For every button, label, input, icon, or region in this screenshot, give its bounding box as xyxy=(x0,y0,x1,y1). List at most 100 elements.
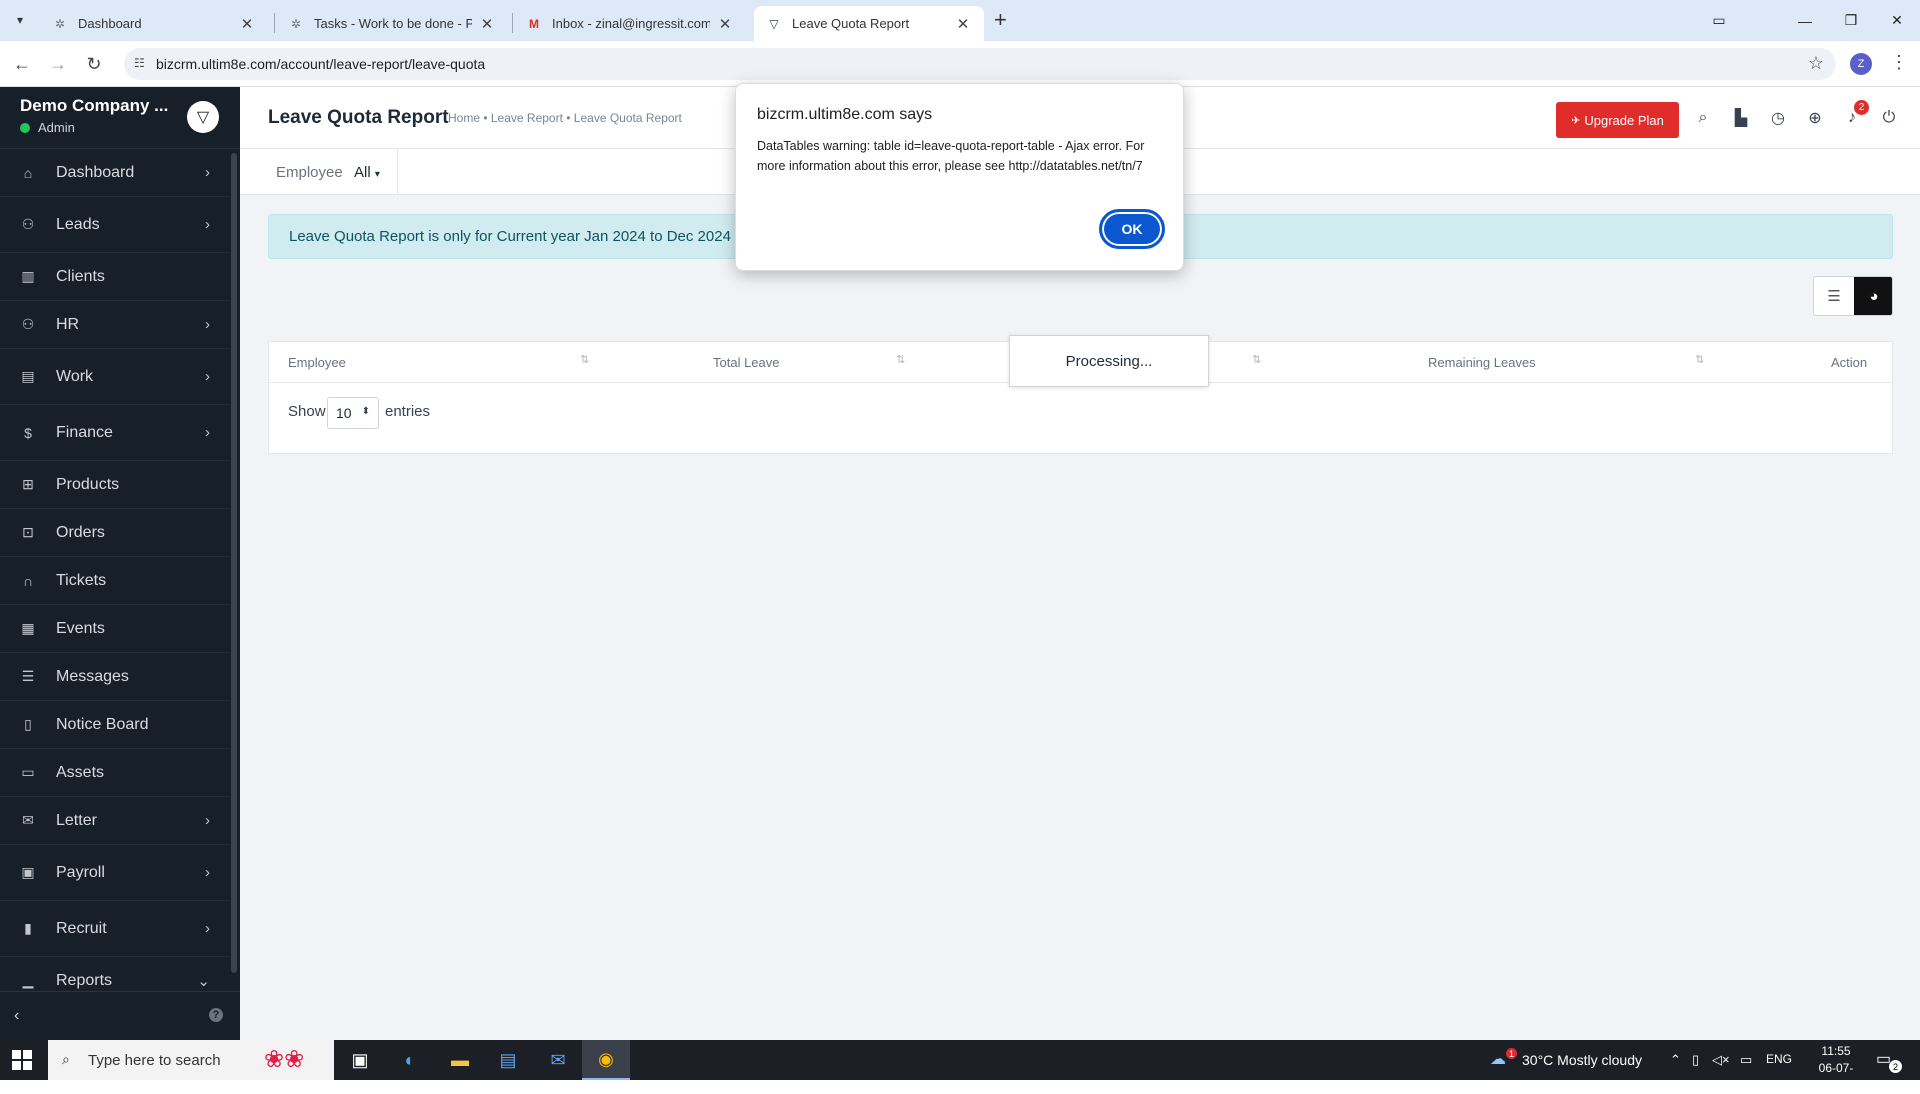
add-circle-icon[interactable]: ⊕ xyxy=(1804,107,1826,129)
tab-title: Leave Quota Report xyxy=(792,16,910,31)
back-icon[interactable]: ← xyxy=(10,52,34,76)
close-icon[interactable]: ✕ xyxy=(478,15,496,33)
sidebar-item-messages[interactable]: ☰ Messages xyxy=(0,653,230,701)
sidebar-scrollbar[interactable] xyxy=(231,153,237,973)
meet-icon[interactable]: ▯ xyxy=(1692,1052,1699,1068)
windows-start-icon[interactable] xyxy=(12,1050,32,1070)
employee-filter-dropdown[interactable]: All ▾ xyxy=(354,164,380,181)
sticky-note-icon[interactable]: ▙ xyxy=(1730,107,1752,129)
file-explorer-icon[interactable]: ▬ xyxy=(436,1040,484,1080)
profile-avatar[interactable]: Z xyxy=(1850,53,1872,75)
sort-icon[interactable]: ⇅ xyxy=(1252,353,1261,366)
bookmark-star-icon[interactable]: ☆ xyxy=(1808,53,1824,74)
chevron-up-icon[interactable]: ⌃ xyxy=(1670,1052,1681,1068)
edge-icon[interactable]: ◐ xyxy=(386,1040,434,1080)
volume-muted-icon[interactable]: ◁× xyxy=(1712,1052,1730,1068)
tab-tasks[interactable]: ✲ Tasks - Work to be done - Palzin ✕ xyxy=(276,6,508,41)
entries-per-page-select[interactable]: 10 ⬍ xyxy=(327,397,379,429)
power-icon[interactable]: ⏻ xyxy=(1878,107,1900,129)
minimize-button[interactable]: — xyxy=(1782,0,1828,41)
logo-icon: ▽ xyxy=(769,16,779,31)
tab-layout-icon[interactable]: ▭ xyxy=(1696,0,1742,41)
close-icon[interactable]: ✕ xyxy=(716,15,734,33)
collapse-sidebar-icon[interactable]: ‹ xyxy=(14,1007,19,1025)
sidebar-item-leads[interactable]: ⚇ Leads › xyxy=(0,197,230,253)
browser-tab-bar: ▾ ✲ Dashboard ✕ ✲ Tasks - Work to be don… xyxy=(0,0,1920,41)
store-icon[interactable]: ▤ xyxy=(484,1040,532,1080)
sidebar-item-letter[interactable]: ✉ Letter › xyxy=(0,797,230,845)
sidebar-menu: ⌂ Dashboard › ⚇ Leads › ▥ Clients ⚇ HR ›… xyxy=(0,149,230,991)
reload-icon[interactable]: ↻ xyxy=(82,52,106,76)
search-icon[interactable]: ⌕ xyxy=(1692,107,1714,129)
company-name[interactable]: Demo Company ... xyxy=(20,96,168,116)
monitor-icon: ▭ xyxy=(21,764,35,780)
breadcrumb[interactable]: Home • Leave Report • Leave Quota Report xyxy=(448,111,682,125)
browser-menu-icon[interactable]: ⋮ xyxy=(1890,52,1908,73)
sidebar-item-work[interactable]: ▤ Work › xyxy=(0,349,230,405)
clock-icon[interactable]: ◷ xyxy=(1767,107,1789,129)
system-clock[interactable]: 11:55 06-07-2024 xyxy=(1808,1043,1864,1094)
column-header-action: Action xyxy=(1831,354,1868,370)
close-icon[interactable]: ✕ xyxy=(954,15,972,33)
column-header-total-leave[interactable]: Total Leave xyxy=(713,342,780,382)
users-icon: ⚇ xyxy=(21,216,35,232)
chat-icon: ☰ xyxy=(21,668,35,684)
tab-leave-quota-report[interactable]: ▽ Leave Quota Report ✕ xyxy=(754,6,984,41)
basket-icon: ⊞ xyxy=(22,476,34,492)
restore-button[interactable]: ❐ xyxy=(1828,0,1874,41)
briefcase-icon: ▤ xyxy=(21,368,35,384)
new-tab-button[interactable]: + xyxy=(994,8,1007,32)
site-info-icon[interactable]: ☷ xyxy=(134,56,145,70)
task-view-icon[interactable]: ▣ xyxy=(336,1040,384,1080)
close-icon[interactable]: ✕ xyxy=(238,15,256,33)
sidebar-item-label: Dashboard xyxy=(56,163,135,181)
page-title: Leave Quota Report xyxy=(268,107,449,128)
sidebar-item-tickets[interactable]: ∩ Tickets xyxy=(0,557,230,605)
tab-search-icon[interactable]: ▾ xyxy=(8,8,32,32)
pie-chart-icon[interactable]: ◕ xyxy=(1854,277,1892,315)
chrome-icon[interactable]: ◉ xyxy=(582,1040,630,1080)
taskbar-search-placeholder: Type here to search xyxy=(88,1052,221,1069)
column-header-employee[interactable]: Employee xyxy=(288,342,346,382)
upgrade-plan-button[interactable]: ✈ Upgrade Plan xyxy=(1556,102,1679,138)
sidebar-item-notice-board[interactable]: ▯ Notice Board xyxy=(0,701,230,749)
sidebar-item-events[interactable]: ▦ Events xyxy=(0,605,230,653)
sort-icon[interactable]: ⇅ xyxy=(1695,353,1704,366)
sidebar-item-label: Reports xyxy=(56,971,113,989)
column-header-remaining-leaves[interactable]: Remaining Leaves xyxy=(1428,342,1536,382)
language-indicator[interactable]: ENG xyxy=(1766,1052,1792,1066)
weather-cloud-icon[interactable]: ☁ xyxy=(1490,1049,1506,1069)
sort-icon[interactable]: ⇅ xyxy=(896,353,905,366)
tab-title: Tasks - Work to be done - Palzin xyxy=(314,16,472,31)
sidebar-item-recruit[interactable]: ▮ Recruit › xyxy=(0,901,230,957)
sidebar-item-clients[interactable]: ▥ Clients xyxy=(0,253,230,301)
sidebar-item-reports[interactable]: ▁ Reports ⌄ xyxy=(0,957,230,991)
sort-icon[interactable]: ⇅ xyxy=(580,353,589,366)
network-icon[interactable]: ▭ xyxy=(1740,1052,1752,1068)
sidebar-header: Demo Company ... Admin ▽ xyxy=(0,87,240,149)
list-view-icon[interactable]: ☰ xyxy=(1814,277,1854,315)
tab-inbox[interactable]: M Inbox - zinal@ingressit.com - In ✕ xyxy=(514,6,746,41)
sidebar-item-products[interactable]: ⊞ Products xyxy=(0,461,230,509)
close-window-button[interactable]: ✕ xyxy=(1874,0,1920,41)
sidebar-item-hr[interactable]: ⚇ HR › xyxy=(0,301,230,349)
tab-dashboard[interactable]: ✲ Dashboard ✕ xyxy=(40,6,268,41)
weather-text[interactable]: 30°C Mostly cloudy xyxy=(1522,1052,1642,1068)
people-icon: ⚇ xyxy=(21,316,35,332)
sidebar-item-label: HR xyxy=(56,315,80,333)
chevron-right-icon: › xyxy=(205,920,210,937)
sidebar-item-finance[interactable]: $ Finance › xyxy=(0,405,230,461)
forward-icon[interactable]: → xyxy=(46,52,70,76)
badge-icon: ▮ xyxy=(24,920,32,936)
sidebar-item-orders[interactable]: ⊡ Orders xyxy=(0,509,230,557)
mail-icon[interactable]: ✉ xyxy=(534,1040,582,1080)
sidebar-item-payroll[interactable]: ▣ Payroll › xyxy=(0,845,230,901)
url-field[interactable]: ☷ bizcrm.ultim8e.com/account/leave-repor… xyxy=(124,48,1836,80)
ok-button[interactable]: OK xyxy=(1099,209,1165,249)
taskbar-search-box[interactable]: ⌕ Type here to search ❀❀ xyxy=(48,1040,334,1080)
help-icon[interactable]: ? xyxy=(209,1008,223,1022)
brand-logo-icon[interactable]: ▽ xyxy=(187,101,219,133)
sidebar-item-assets[interactable]: ▭ Assets xyxy=(0,749,230,797)
sidebar-item-dashboard[interactable]: ⌂ Dashboard › xyxy=(0,149,230,197)
headset-icon: ∩ xyxy=(22,572,34,589)
